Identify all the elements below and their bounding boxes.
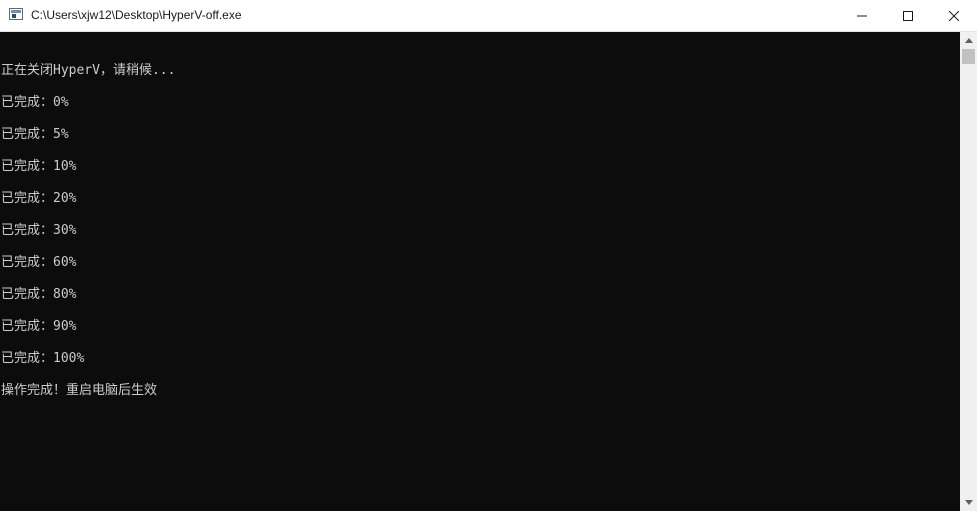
- console-line-progress: 已完成：90%: [1, 319, 77, 334]
- console-line-progress: 已完成：0%: [1, 95, 69, 110]
- close-button[interactable]: [931, 0, 977, 31]
- console-line-complete: 操作完成！重启电脑后生效: [1, 383, 158, 398]
- vertical-scrollbar[interactable]: [960, 32, 977, 511]
- console-line-progress: 已完成：30%: [1, 223, 77, 238]
- minimize-icon: [857, 15, 867, 16]
- window-title: C:\Users\xjw12\Desktop\HyperV-off.exe: [31, 8, 242, 22]
- console-line-progress: 已完成：20%: [1, 191, 77, 206]
- minimize-button[interactable]: [839, 0, 885, 31]
- maximize-button[interactable]: [885, 0, 931, 31]
- close-icon: [949, 10, 959, 21]
- console-line-progress: 已完成：80%: [1, 287, 77, 302]
- scroll-down-arrow-icon: [964, 500, 973, 505]
- scrollbar-thumb[interactable]: [962, 49, 975, 64]
- console-app-icon[interactable]: [9, 8, 23, 20]
- console-line-progress: 已完成：60%: [1, 255, 77, 270]
- console-line-progress: 已完成：10%: [1, 159, 77, 174]
- console-window: C:\Users\xjw12\Desktop\HyperV-off.exe 正在…: [0, 0, 977, 511]
- scroll-up-arrow-icon: [964, 38, 973, 43]
- scroll-down-button[interactable]: [960, 494, 977, 511]
- title-bar[interactable]: C:\Users\xjw12\Desktop\HyperV-off.exe: [0, 0, 977, 32]
- console-line-progress: 已完成：5%: [1, 127, 69, 142]
- scroll-up-button[interactable]: [960, 32, 977, 49]
- console-line-status: 正在关闭HyperV，请稍候...: [1, 63, 176, 78]
- console-line-progress: 已完成：100%: [1, 351, 85, 366]
- console-output[interactable]: 正在关闭HyperV，请稍候... 已完成：0% 已完成：5% 已完成：10% …: [0, 32, 960, 511]
- maximize-icon: [903, 10, 913, 21]
